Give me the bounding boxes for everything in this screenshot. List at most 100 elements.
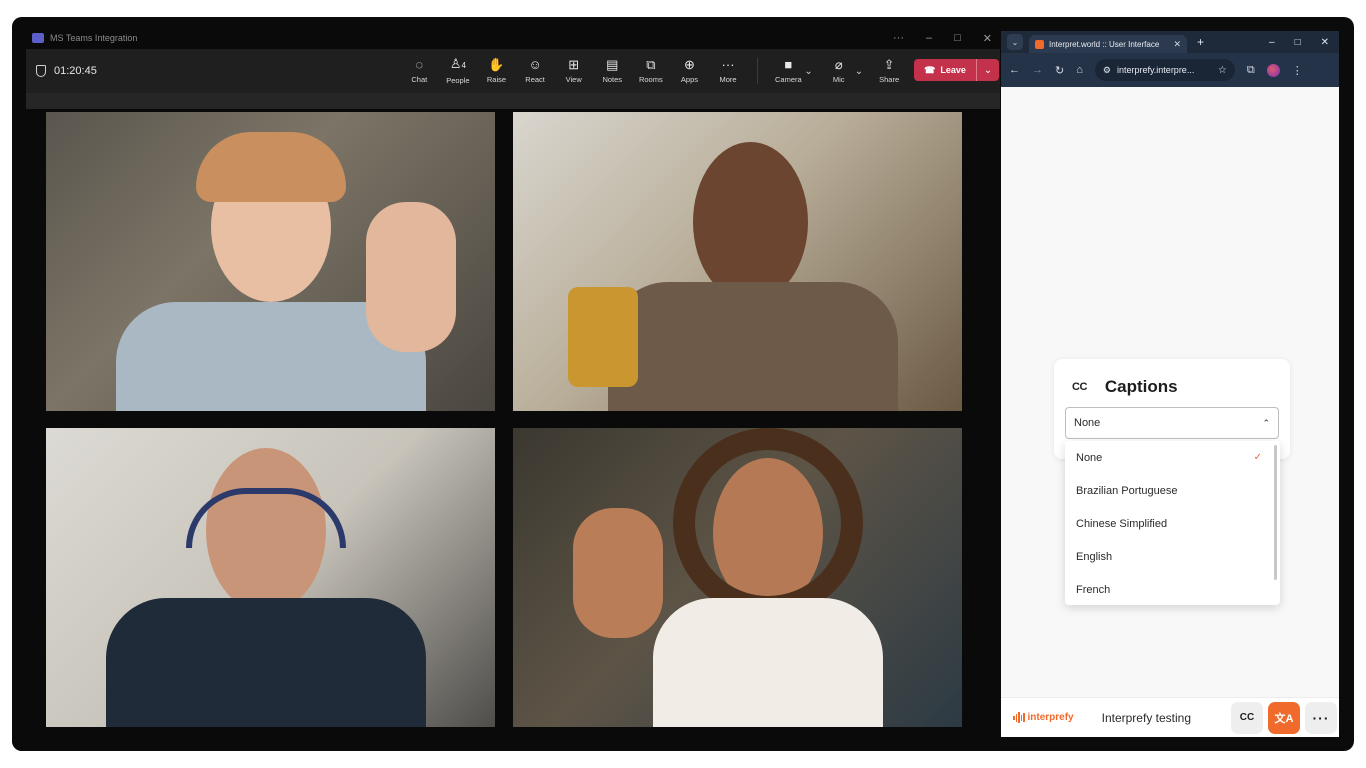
view-icon: ⊞: [568, 57, 580, 72]
footer-buttons: CC 文A ···: [1231, 701, 1339, 734]
rooms-button[interactable]: ⧉ Rooms: [632, 58, 671, 85]
back-arrow-icon[interactable]: ←: [1009, 64, 1020, 76]
view-label: View: [565, 75, 582, 84]
interprefy-logo: interprefy: [1013, 712, 1074, 723]
interprefy-page: CC Captions None ⌃ None ✓ Brazilian Port…: [1001, 87, 1339, 697]
chat-button[interactable]: ◌ Chat: [400, 57, 439, 85]
camera-options-chevron-icon[interactable]: ⌄: [804, 66, 812, 77]
forward-arrow-icon[interactable]: →: [1032, 64, 1043, 76]
teams-maximize-button[interactable]: □: [954, 32, 961, 44]
share-icon: ⇪: [883, 57, 895, 72]
toolbar-divider: [757, 58, 759, 84]
teams-overflow-button[interactable]: ···: [893, 32, 904, 44]
video-tile[interactable]: [513, 112, 962, 411]
people-button[interactable]: ♙4 People: [439, 57, 478, 86]
interprefy-footer: interprefy Interprefy testing CC 文A ···: [1001, 697, 1339, 737]
tab-title: Interpret.world :: User Interface: [1049, 39, 1160, 49]
leave-label: Leave: [940, 65, 966, 75]
language-option[interactable]: Brazilian Portuguese: [1065, 474, 1280, 507]
notes-button[interactable]: ▤ Notes: [593, 58, 632, 85]
video-grid: [46, 112, 962, 728]
teams-minimize-button[interactable]: –: [926, 32, 932, 44]
language-option-label: English: [1076, 550, 1113, 563]
closed-captions-icon: CC: [1072, 381, 1087, 393]
soundwave-icon: [1013, 712, 1025, 723]
event-label: Interprefy testing: [1101, 710, 1192, 725]
video-tile[interactable]: [46, 112, 495, 411]
participant-body: [106, 598, 426, 727]
meeting-timer: 01:20:45: [26, 65, 97, 77]
profile-avatar[interactable]: [1266, 63, 1280, 77]
people-label: People: [446, 76, 470, 85]
language-option[interactable]: Chinese Simplified: [1065, 507, 1280, 540]
more-icon: ···: [721, 57, 735, 72]
address-text: interprefy.interpre...: [1116, 65, 1195, 75]
teams-close-button[interactable]: ✕: [983, 32, 992, 45]
tab-close-icon[interactable]: ✕: [1173, 39, 1181, 50]
language-option[interactable]: None ✓: [1065, 441, 1280, 474]
site-info-icon[interactable]: ⚙: [1103, 65, 1111, 76]
language-option[interactable]: French: [1065, 573, 1280, 605]
apps-label: Apps: [680, 75, 698, 84]
browser-maximize-button[interactable]: □: [1295, 37, 1301, 48]
address-bar[interactable]: ⚙ interprefy.interpre... ☆: [1094, 59, 1235, 81]
captions-title: Captions: [1104, 377, 1178, 396]
bookmark-star-icon[interactable]: ☆: [1218, 65, 1227, 76]
camera-icon: ■: [784, 57, 793, 72]
leave-button[interactable]: ☎ Leave: [914, 59, 976, 81]
people-count-badge: 4: [461, 61, 466, 70]
reload-icon[interactable]: ↻: [1055, 64, 1064, 77]
mic-button[interactable]: ⌀ Mic: [819, 57, 859, 85]
language-option-label: None: [1076, 451, 1103, 464]
mic-label: Mic: [832, 75, 845, 84]
notes-label: Notes: [602, 75, 623, 84]
captions-language-select[interactable]: None ⌃: [1065, 407, 1279, 439]
browser-tab-active[interactable]: Interpret.world :: User Interface ✕: [1029, 35, 1187, 53]
teams-window-controls: ··· – □ ✕: [893, 27, 992, 49]
waving-hand: [366, 202, 456, 352]
participant-hair: [673, 428, 863, 618]
mic-muted-icon: ⌀: [834, 57, 843, 72]
video-tile[interactable]: [513, 428, 962, 727]
participant-face: [693, 142, 808, 302]
video-tile[interactable]: [46, 428, 495, 727]
language-option-label: French: [1076, 583, 1111, 596]
tab-search-chevron-icon[interactable]: ⌄: [1007, 34, 1023, 50]
extensions-icon[interactable]: ⧉: [1247, 64, 1255, 77]
meeting-controls: ◌ Chat ♙4 People ✋ Raise ☺ React ⊞ View …: [400, 49, 909, 93]
participant-hair: [196, 132, 346, 202]
leave-options-chevron-icon[interactable]: ⌄: [976, 59, 999, 81]
dropdown-scrollbar[interactable]: [1274, 445, 1277, 580]
browser-tabbar: ⌄ Interpret.world :: User Interface ✕ + …: [1001, 31, 1339, 53]
raise-hand-button[interactable]: ✋ Raise: [477, 57, 516, 85]
selected-language: None: [1074, 417, 1101, 429]
chat-label: Chat: [411, 75, 428, 84]
browser-minimize-button[interactable]: –: [1269, 37, 1275, 48]
react-button[interactable]: ☺ React: [516, 57, 555, 85]
language-option-label: Brazilian Portuguese: [1076, 484, 1178, 497]
apps-button[interactable]: ⊕ Apps: [670, 58, 709, 85]
raise-hand-icon: ✋: [488, 57, 505, 72]
react-icon: ☺: [528, 57, 542, 72]
share-button[interactable]: ⇪ Share: [869, 57, 909, 85]
mic-options-chevron-icon[interactable]: ⌄: [855, 66, 863, 77]
chat-icon: ◌: [415, 57, 424, 72]
view-button[interactable]: ⊞ View: [554, 57, 593, 85]
language-option[interactable]: English: [1065, 540, 1280, 573]
react-label: React: [525, 75, 545, 84]
new-tab-plus-icon[interactable]: +: [1197, 35, 1204, 49]
interprefy-favicon-icon: [1035, 39, 1044, 49]
translate-button[interactable]: 文A: [1268, 701, 1300, 734]
browser-menu-icon[interactable]: ⋮: [1292, 64, 1303, 77]
more-button[interactable]: ··· More: [709, 57, 748, 85]
captions-toggle-button[interactable]: CC: [1231, 701, 1263, 734]
leave-button-group: ☎ Leave ⌄: [914, 59, 999, 81]
home-icon[interactable]: ⌂: [1076, 64, 1083, 76]
more-options-button[interactable]: ···: [1305, 701, 1337, 734]
camera-button[interactable]: ■ Camera: [768, 57, 808, 85]
waving-hand: [573, 508, 663, 638]
participant-body: [653, 598, 883, 727]
shield-icon: [36, 65, 46, 77]
browser-close-button[interactable]: ✕: [1321, 37, 1329, 48]
teams-window: MS Teams Integration ··· – □ ✕ 01:20:45 …: [12, 17, 1000, 751]
